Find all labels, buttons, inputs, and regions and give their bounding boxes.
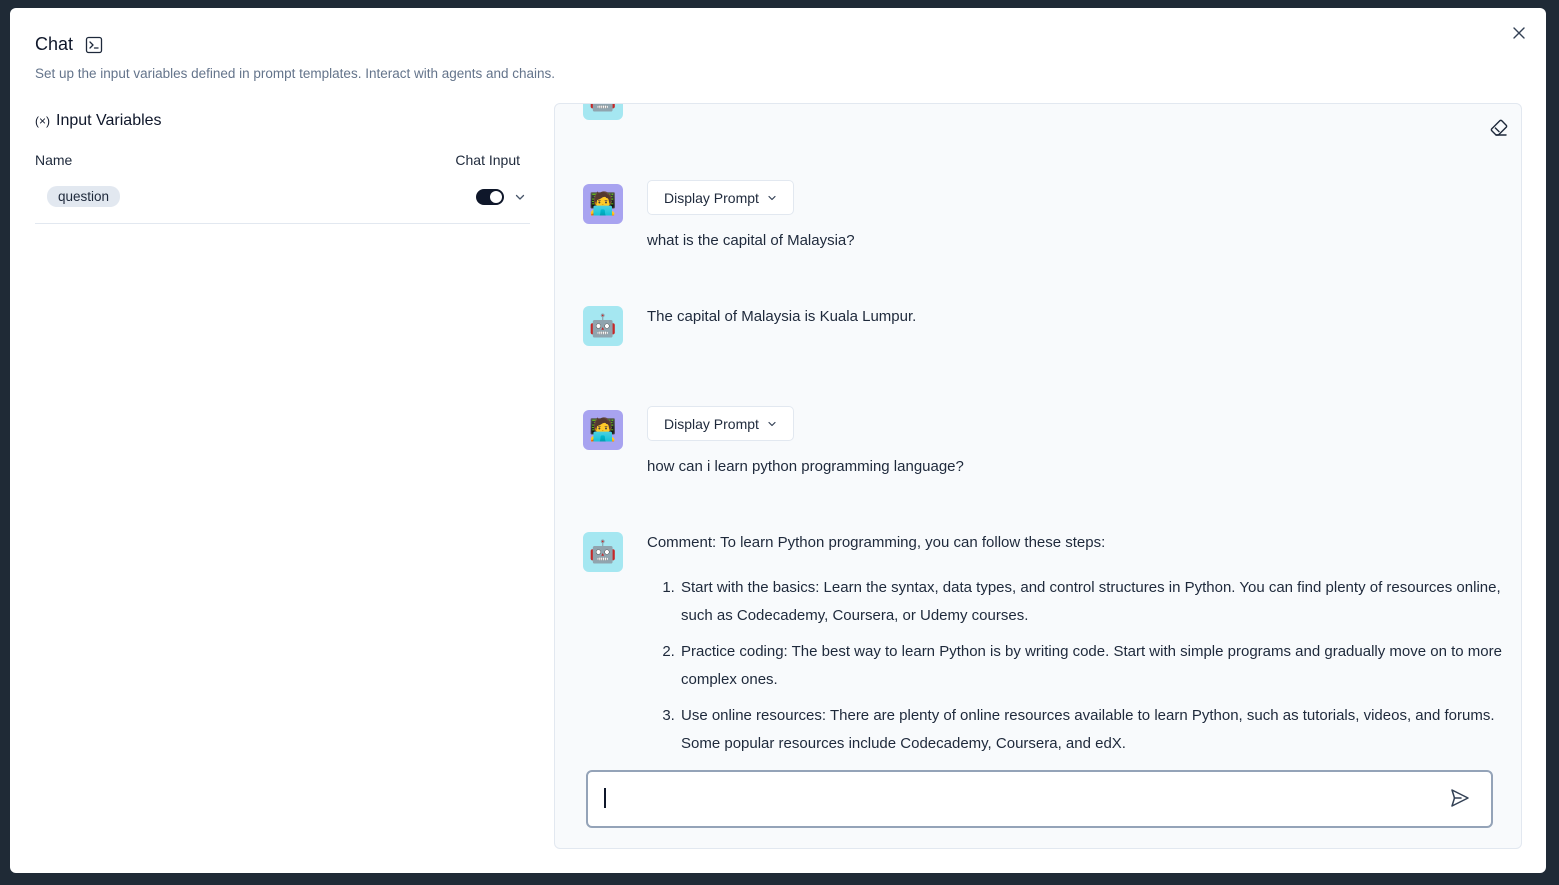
modal-title: Chat — [35, 34, 74, 54]
chevron-down-icon — [768, 421, 776, 426]
chat-input-box[interactable] — [586, 770, 1493, 828]
chat-modal: Chat Set up the input variables defined … — [10, 8, 1546, 873]
user-icon: 🧑‍💻 — [589, 191, 617, 216]
chevron-down-icon — [768, 195, 776, 200]
bot-message-list: Start with the basics: Learn the syntax,… — [647, 574, 1519, 766]
chat-panel[interactable]: 🤖 🧑‍💻 Display Prompt what is the capital… — [554, 103, 1522, 849]
variables-table-header: Name Chat Input — [35, 152, 530, 168]
clear-chat-button[interactable] — [1489, 118, 1509, 143]
terminal-icon[interactable] — [85, 36, 103, 54]
send-icon — [1451, 789, 1469, 807]
bot-avatar: 🤖 — [583, 532, 623, 572]
input-variables-panel: (×) Input Variables Name Chat Input ques… — [35, 112, 530, 224]
robot-icon: 🤖 — [589, 104, 616, 113]
bot-avatar: 🤖 — [583, 104, 623, 120]
close-button[interactable] — [1508, 22, 1530, 44]
user-icon: 🧑‍💻 — [589, 417, 617, 442]
list-item: Practice coding: The best way to learn P… — [679, 638, 1519, 694]
bot-message: Comment: To learn Python programming, yo… — [647, 534, 1106, 551]
modal-subtitle: Set up the input variables defined in pr… — [35, 66, 556, 81]
column-chat-input: Chat Input — [455, 152, 520, 168]
display-prompt-button[interactable]: Display Prompt — [647, 180, 794, 215]
bot-message: The capital of Malaysia is Kuala Lumpur. — [647, 308, 917, 325]
display-prompt-button[interactable]: Display Prompt — [647, 406, 794, 441]
variable-controls — [476, 188, 530, 205]
user-avatar: 🧑‍💻 — [583, 410, 623, 450]
robot-icon: 🤖 — [589, 539, 617, 564]
user-avatar: 🧑‍💻 — [583, 184, 623, 224]
display-prompt-label: Display Prompt — [664, 415, 759, 432]
chat-input[interactable] — [602, 786, 1436, 812]
table-row: question — [35, 186, 530, 224]
input-variables-heading: (×) Input Variables — [35, 112, 530, 130]
list-item: Start with the basics: Learn the syntax,… — [679, 574, 1519, 630]
chat-input-toggle[interactable] — [476, 188, 504, 205]
text-caret — [604, 788, 606, 808]
bot-avatar: 🤖 — [583, 306, 623, 346]
input-variables-title: Input Variables — [56, 112, 162, 129]
variable-icon: (×) — [35, 114, 50, 128]
close-icon — [1513, 27, 1525, 39]
eraser-icon — [1490, 119, 1508, 136]
chevron-down-icon[interactable] — [514, 191, 526, 203]
modal-header: Chat — [35, 34, 103, 55]
list-item: Use online resources: There are plenty o… — [679, 702, 1519, 758]
robot-icon: 🤖 — [589, 313, 617, 338]
display-prompt-label: Display Prompt — [664, 189, 759, 206]
user-message: what is the capital of Malaysia? — [647, 232, 855, 249]
user-message: how can i learn python programming langu… — [647, 458, 964, 475]
variable-badge: question — [47, 186, 121, 207]
send-button[interactable] — [1449, 787, 1471, 814]
column-name: Name — [35, 152, 73, 168]
